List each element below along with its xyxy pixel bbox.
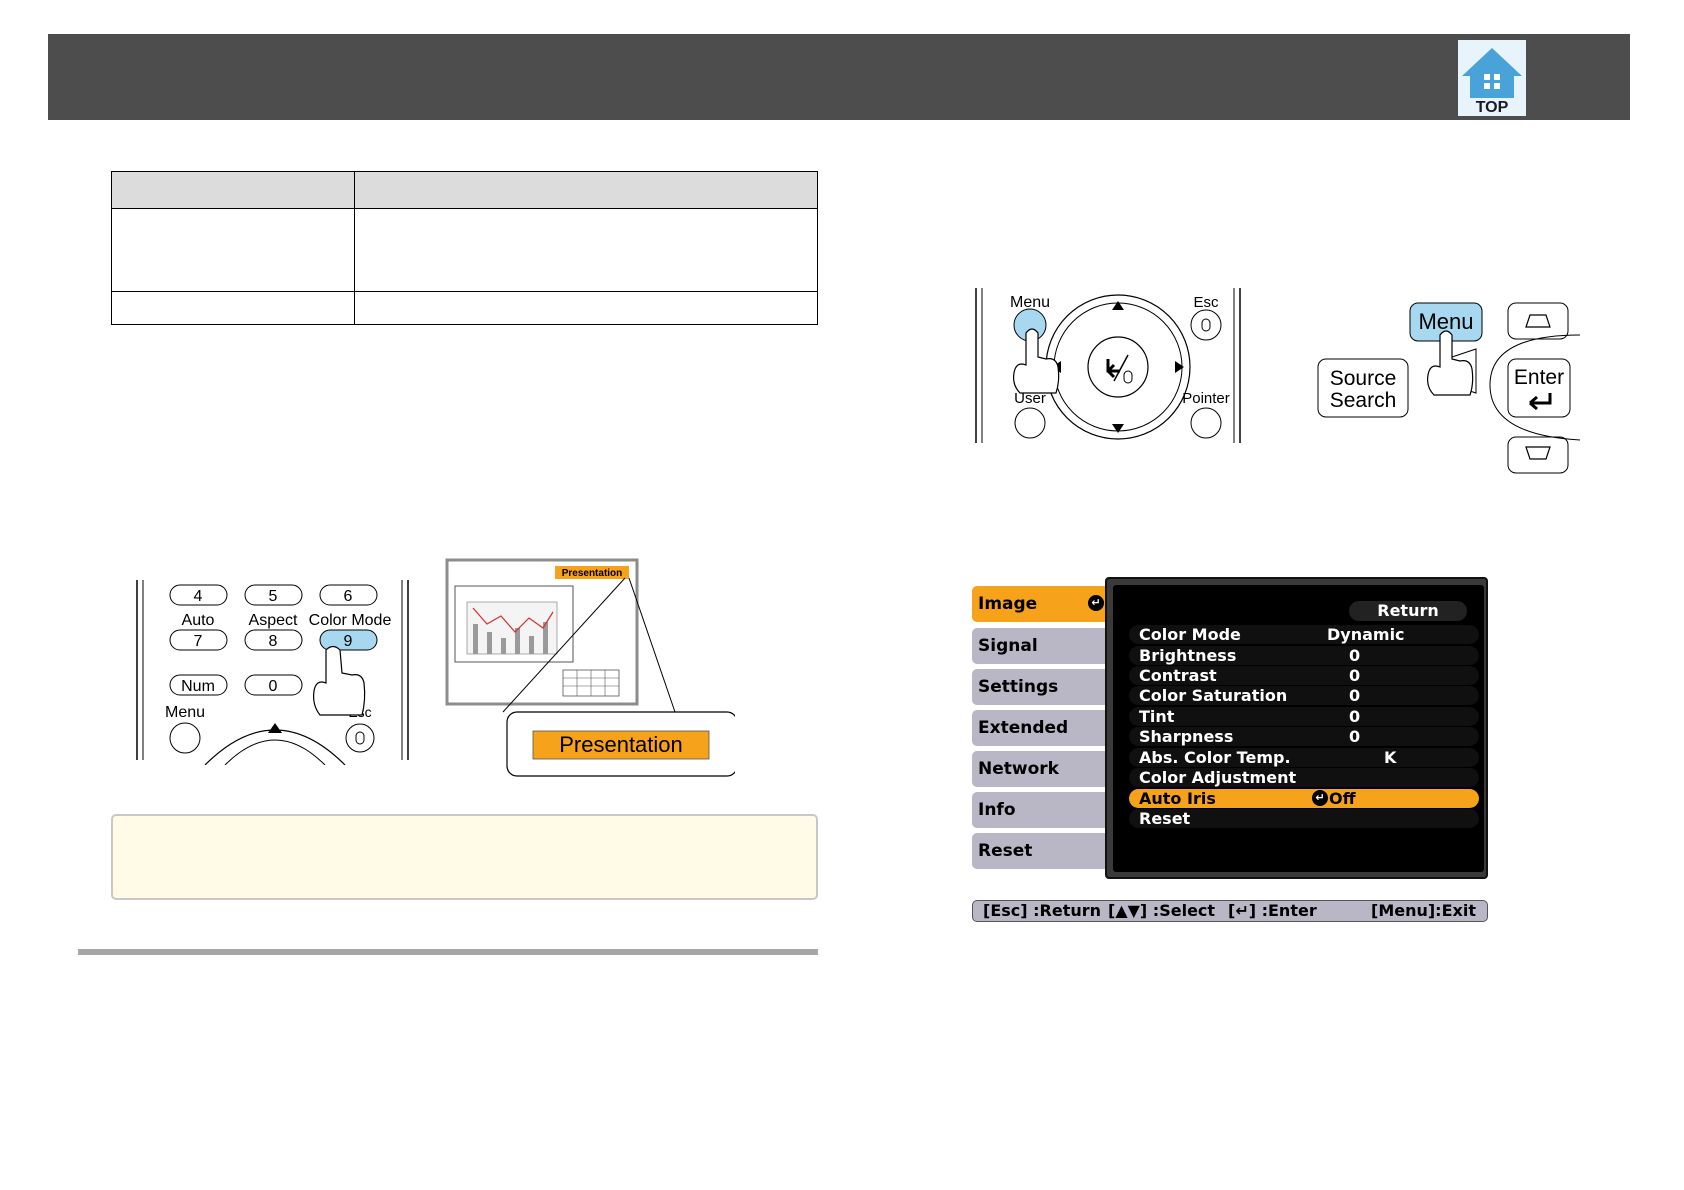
key-7: 7 — [194, 633, 203, 650]
menu-row-color-adjustment[interactable]: Color Adjustment — [1129, 768, 1479, 787]
remote-menu-illustration: Menu Esc User Pointer — [975, 288, 1241, 443]
note-box — [111, 814, 818, 900]
menu-row-brightness[interactable]: Brightness 0 — [1129, 646, 1479, 665]
tab-network[interactable]: Network — [972, 751, 1110, 787]
menu-row-auto-iris[interactable]: Auto Iris ↵ Off — [1129, 789, 1479, 808]
tab-signal[interactable]: Signal — [972, 628, 1110, 664]
label-aspect: Aspect — [249, 612, 298, 629]
tab-reset[interactable]: Reset — [972, 833, 1110, 869]
top-label: TOP — [1476, 99, 1509, 116]
menu-row-tint[interactable]: Tint 0 — [1129, 707, 1479, 726]
table-header-row — [112, 172, 817, 209]
return-button[interactable]: Return — [1349, 601, 1467, 621]
preview-mode-callout: Presentation — [559, 732, 683, 757]
panel-source-label-1: Source — [1330, 367, 1397, 390]
menu-status-bar: [Esc] :Return [▲▼] :Select [↵] :Enter [M… — [972, 900, 1488, 922]
menu-content-panel: Return Color Mode Dynamic Brightness 0 Con… — [1105, 577, 1488, 879]
section-divider — [78, 949, 818, 955]
tab-image[interactable]: Image ↵ — [972, 586, 1110, 622]
status-select: [▲▼] :Select — [1108, 901, 1216, 920]
status-exit: [Menu]:Exit — [1371, 901, 1476, 920]
menu-row-color-saturation[interactable]: Color Saturation 0 — [1129, 686, 1479, 705]
tab-settings[interactable]: Settings — [972, 669, 1110, 705]
menu-row-contrast[interactable]: Contrast 0 — [1129, 666, 1479, 685]
panel-source-label-2: Search — [1330, 389, 1397, 412]
control-panel-illustration: Menu Source Search Enter — [1317, 302, 1580, 474]
color-mode-preview-illustration: Presentation Presentation — [445, 558, 735, 777]
key-8: 8 — [269, 633, 278, 650]
menu-row-abs-color-temp[interactable]: Abs. Color Temp. K — [1129, 748, 1479, 767]
panel-enter-label: Enter — [1514, 366, 1564, 389]
menu-row-color-mode[interactable]: Color Mode Dynamic — [1129, 625, 1479, 644]
label-esc-remote: Esc — [1193, 294, 1219, 311]
status-esc-return: [Esc] :Return — [983, 901, 1102, 920]
enter-icon: ↵ — [1312, 790, 1328, 806]
preview-mode-badge: Presentation — [562, 568, 623, 579]
tab-info[interactable]: Info — [972, 792, 1110, 828]
menu-row-sharpness[interactable]: Sharpness 0 — [1129, 727, 1479, 746]
remote-color-mode-illustration: 4 5 6 Auto Aspect Color Mode 7 8 9 Num 0… — [136, 580, 409, 765]
label-pointer: Pointer — [1182, 390, 1230, 407]
enter-icon: ↵ — [1088, 595, 1104, 611]
key-9: 9 — [344, 633, 353, 650]
projector-config-menu: Image ↵ Signal Settings Extended Network… — [972, 575, 1492, 925]
top-link-icon[interactable]: TOP — [1458, 40, 1526, 116]
status-enter: [↵] :Enter — [1228, 901, 1317, 920]
page-header-bar — [48, 34, 1630, 120]
key-num: Num — [181, 678, 215, 695]
key-0: 0 — [269, 678, 278, 695]
key-5: 5 — [269, 588, 278, 605]
tab-extended[interactable]: Extended — [972, 710, 1110, 746]
label-auto: Auto — [182, 612, 215, 629]
label-menu: Menu — [165, 704, 205, 721]
key-6: 6 — [344, 588, 353, 605]
key-4: 4 — [194, 588, 203, 605]
menu-row-reset[interactable]: Reset — [1129, 809, 1479, 828]
label-menu-remote: Menu — [1010, 294, 1050, 311]
spec-table — [111, 171, 818, 325]
label-color-mode: Color Mode — [309, 612, 392, 629]
panel-menu-label: Menu — [1418, 309, 1473, 334]
